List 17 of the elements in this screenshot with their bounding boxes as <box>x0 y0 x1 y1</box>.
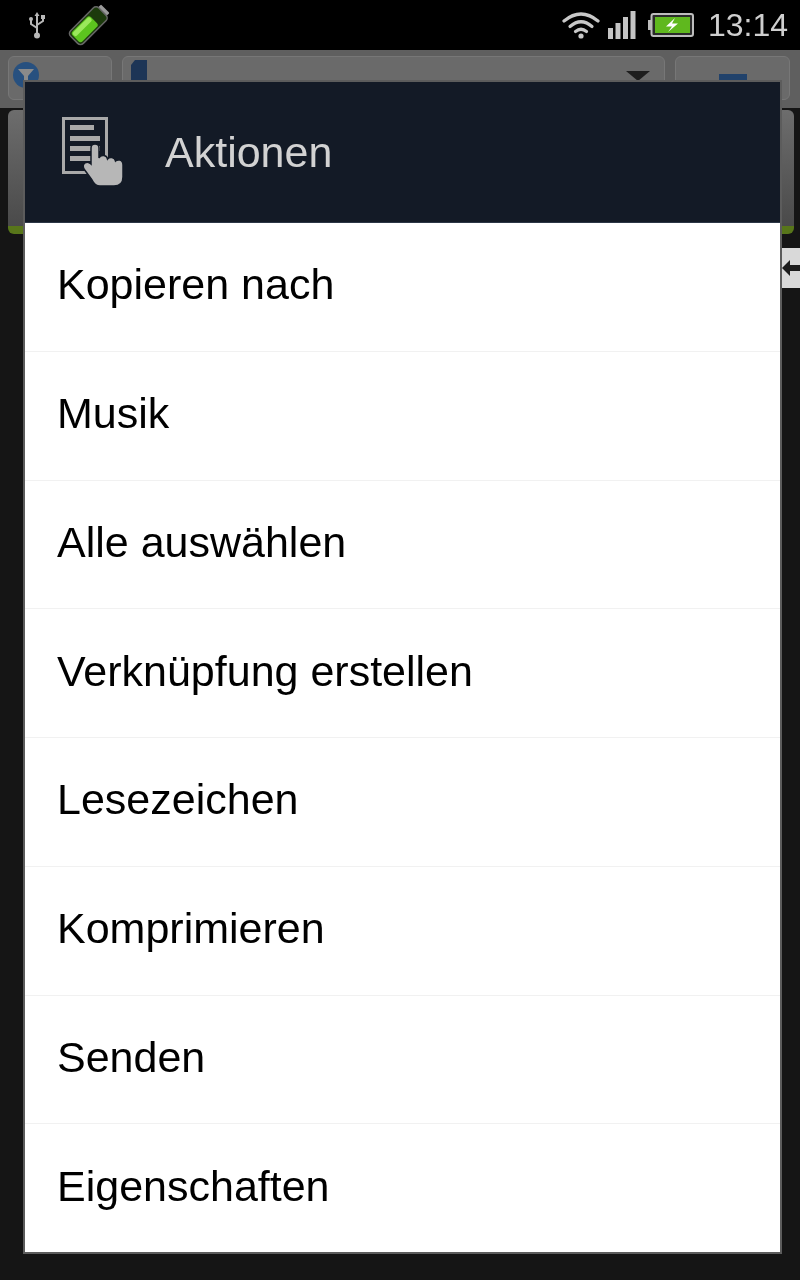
menu-item[interactable]: Verknüpfung erstellen <box>25 609 780 738</box>
clock-time: 13:14 <box>707 7 788 43</box>
wifi-icon <box>561 11 600 39</box>
menu-item[interactable]: Kopieren nach <box>25 223 780 352</box>
menu-item[interactable]: Lesezeichen <box>25 738 780 867</box>
menu-item[interactable]: Eigenschaften <box>25 1124 780 1252</box>
file-icon <box>130 60 147 80</box>
menu-item[interactable]: Komprimieren <box>25 866 780 996</box>
menu-item[interactable]: Senden <box>25 995 780 1125</box>
signal-icon <box>607 11 636 39</box>
dialog-title: Aktionen <box>165 127 333 177</box>
menu-item[interactable]: Musik <box>25 351 780 481</box>
bar-icon <box>718 74 747 80</box>
left-arrow-icon <box>780 258 800 278</box>
usb-icon <box>28 11 46 39</box>
menu-item[interactable]: Alle auswählen <box>25 480 780 610</box>
battery-charging-icon <box>647 13 694 37</box>
